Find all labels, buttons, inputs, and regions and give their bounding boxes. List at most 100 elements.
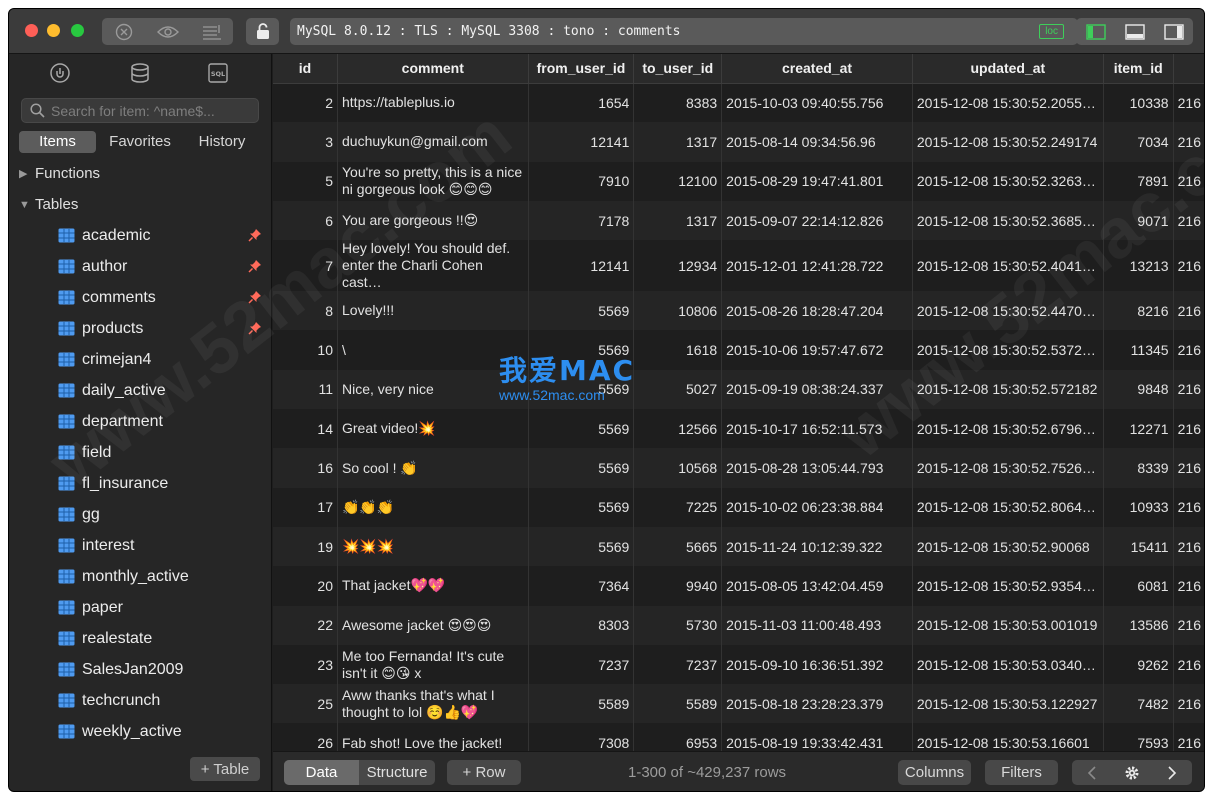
cell-item_id[interactable]: 13213 [1103,240,1174,292]
cell-id[interactable]: 25 [273,684,338,724]
add-table-button[interactable]: + Table [190,757,260,781]
cell-from_user_id[interactable]: 5569 [528,487,635,527]
cell-extra[interactable]: 216 [1173,83,1204,123]
table-row[interactable]: 5 You're so pretty, this is a nice ni gor… [273,161,1204,201]
table-row[interactable]: 11 Nice, very nice 5569 5027 2015-09-19 08:3… [273,369,1204,410]
cell-updated_at[interactable]: 2015-12-08 15:30:53.16601 [912,723,1104,751]
table-row[interactable]: 14 Great video!💥 5569 12566 2015-10-17 16:52… [273,409,1204,449]
cell-created_at[interactable]: 2015-08-29 19:47:41.801 [721,161,913,201]
columns-button[interactable]: Columns [898,760,971,785]
cell-from_user_id[interactable]: 7910 [528,161,635,201]
table-row[interactable]: 3 duchuykun@gmail.com 12141 1317 2015-08-14 … [273,122,1204,162]
pin-icon[interactable] [248,321,262,335]
cell-item_id[interactable]: 11345 [1103,330,1174,370]
cell-item_id[interactable]: 15411 [1103,526,1174,567]
column-header-updated_at[interactable]: updated_at [912,54,1104,84]
cell-created_at[interactable]: 2015-08-28 13:05:44.793 [721,448,913,488]
cell-to_user_id[interactable]: 1317 [633,200,723,241]
cell-to_user_id[interactable]: 10806 [633,291,723,331]
column-header-created_at[interactable]: created_at [721,54,913,84]
column-header-extra[interactable] [1173,54,1204,84]
cell-created_at[interactable]: 2015-11-24 10:12:39.322 [721,526,913,567]
cell-comment[interactable]: You're so pretty, this is a nice ni gorg… [337,161,529,201]
cell-extra[interactable]: 216 [1173,240,1204,292]
cell-updated_at[interactable]: 2015-12-08 15:30:52.7526… [912,448,1104,488]
sidebar-item-realestate[interactable]: realestate [9,623,272,654]
connection-info[interactable]: MySQL 8.0.12 : TLS : MySQL 3308 : tono :… [290,18,1078,45]
cell-item_id[interactable]: 7482 [1103,684,1174,724]
table-row[interactable]: 22 Awesome jacket 😍😍😍 8303 5730 2015-11-03 1… [273,605,1204,645]
cell-comment[interactable]: You are gorgeous !!😍 [337,200,529,241]
pin-icon[interactable] [248,290,262,304]
table-row[interactable]: 6 You are gorgeous !!😍 7178 1317 2015-09-07 … [273,200,1204,241]
tab-favorites[interactable]: Favorites [105,131,175,153]
table-row[interactable]: 20 That jacket💖💖 7364 9940 2015-08-05 13:42:… [273,566,1204,606]
cell-updated_at[interactable]: 2015-12-08 15:30:52.249174 [912,122,1104,162]
cell-comment[interactable]: Lovely!!! [337,291,529,331]
cell-id[interactable]: 14 [273,409,338,449]
structure-view-button[interactable]: Structure [359,760,435,785]
cell-comment[interactable]: So cool ! 👏 [337,448,529,488]
cell-item_id[interactable]: 9262 [1103,644,1174,685]
table-row[interactable]: 23 Me too Fernanda! It's cute isn't it 😊😘… [273,644,1204,685]
cell-updated_at[interactable]: 2015-12-08 15:30:53.122927 [912,684,1104,724]
cell-updated_at[interactable]: 2015-12-08 15:30:52.9354… [912,566,1104,606]
table-row[interactable]: 16 So cool ! 👏 5569 10568 2015-08-28 13:05:4… [273,448,1204,488]
table-row[interactable]: 25 Aww thanks that's what I thought to lo… [273,684,1204,724]
column-header-from_user_id[interactable]: from_user_id [528,54,635,84]
cell-extra[interactable]: 216 [1173,161,1204,201]
cell-extra[interactable]: 216 [1173,291,1204,331]
close-window-button[interactable] [25,24,38,37]
search-input[interactable] [51,102,251,119]
cell-extra[interactable]: 216 [1173,605,1204,645]
cell-item_id[interactable]: 9848 [1103,369,1174,410]
cell-extra[interactable]: 216 [1173,723,1204,751]
cell-created_at[interactable]: 2015-08-14 09:34:56.96 [721,122,913,162]
cell-id[interactable]: 10 [273,330,338,370]
cell-from_user_id[interactable]: 5569 [528,409,635,449]
sidebar-item-weekly_active[interactable]: weekly_active [9,716,272,747]
cell-extra[interactable]: 216 [1173,487,1204,527]
cell-from_user_id[interactable]: 5589 [528,684,635,724]
tab-history[interactable]: History [187,131,257,153]
cell-to_user_id[interactable]: 1317 [633,122,723,162]
cell-created_at[interactable]: 2015-12-01 12:41:28.722 [721,240,913,292]
cell-item_id[interactable]: 9071 [1103,200,1174,241]
cell-updated_at[interactable]: 2015-12-08 15:30:53.0340… [912,644,1104,685]
cell-updated_at[interactable]: 2015-12-08 15:30:52.4470… [912,291,1104,331]
cell-id[interactable]: 7 [273,240,338,292]
sidebar-search[interactable] [21,98,259,123]
filters-button[interactable]: Filters [985,760,1058,785]
cell-id[interactable]: 5 [273,161,338,201]
cell-updated_at[interactable]: 2015-12-08 15:30:53.001019 [912,605,1104,645]
column-header-id[interactable]: id [273,54,338,84]
table-row[interactable]: 8 Lovely!!! 5569 10806 2015-08-26 18:28:47.2… [273,291,1204,331]
cell-from_user_id[interactable]: 1654 [528,83,635,123]
cell-created_at[interactable]: 2015-10-03 09:40:55.756 [721,83,913,123]
cell-item_id[interactable]: 6081 [1103,566,1174,606]
sidebar-item-comments[interactable]: comments [9,282,272,313]
cell-updated_at[interactable]: 2015-12-08 15:30:52.3685… [912,200,1104,241]
cell-from_user_id[interactable]: 7364 [528,566,635,606]
cell-updated_at[interactable]: 2015-12-08 15:30:52.6796… [912,409,1104,449]
data-grid[interactable]: id comment from_user_id to_user_id created_a… [273,54,1204,751]
cell-extra[interactable]: 216 [1173,526,1204,567]
cell-id[interactable]: 19 [273,526,338,567]
functions-group[interactable]: ▶ Functions [19,165,100,182]
sidebar-item-daily_active[interactable]: daily_active [9,375,272,406]
cell-extra[interactable]: 216 [1173,330,1204,370]
toggle-inspector-button[interactable] [1154,18,1193,45]
cell-id[interactable]: 6 [273,200,338,241]
cell-created_at[interactable]: 2015-10-06 19:57:47.672 [721,330,913,370]
cell-comment[interactable]: Me too Fernanda! It's cute isn't it 😊😘 x [337,644,529,685]
previous-page-button[interactable] [1072,760,1112,785]
pagination-settings-button[interactable] [1112,760,1152,785]
cell-created_at[interactable]: 2015-09-07 22:14:12.826 [721,200,913,241]
tables-group[interactable]: ▼ Tables [19,196,78,213]
toggle-sidebar-button[interactable] [1076,18,1115,45]
cell-to_user_id[interactable]: 7237 [633,644,723,685]
sidebar-item-fl_insurance[interactable]: fl_insurance [9,468,272,499]
sidebar-item-department[interactable]: department [9,406,272,437]
sidebar-item-field[interactable]: field [9,437,272,468]
cell-updated_at[interactable]: 2015-12-08 15:30:52.4041… [912,240,1104,292]
